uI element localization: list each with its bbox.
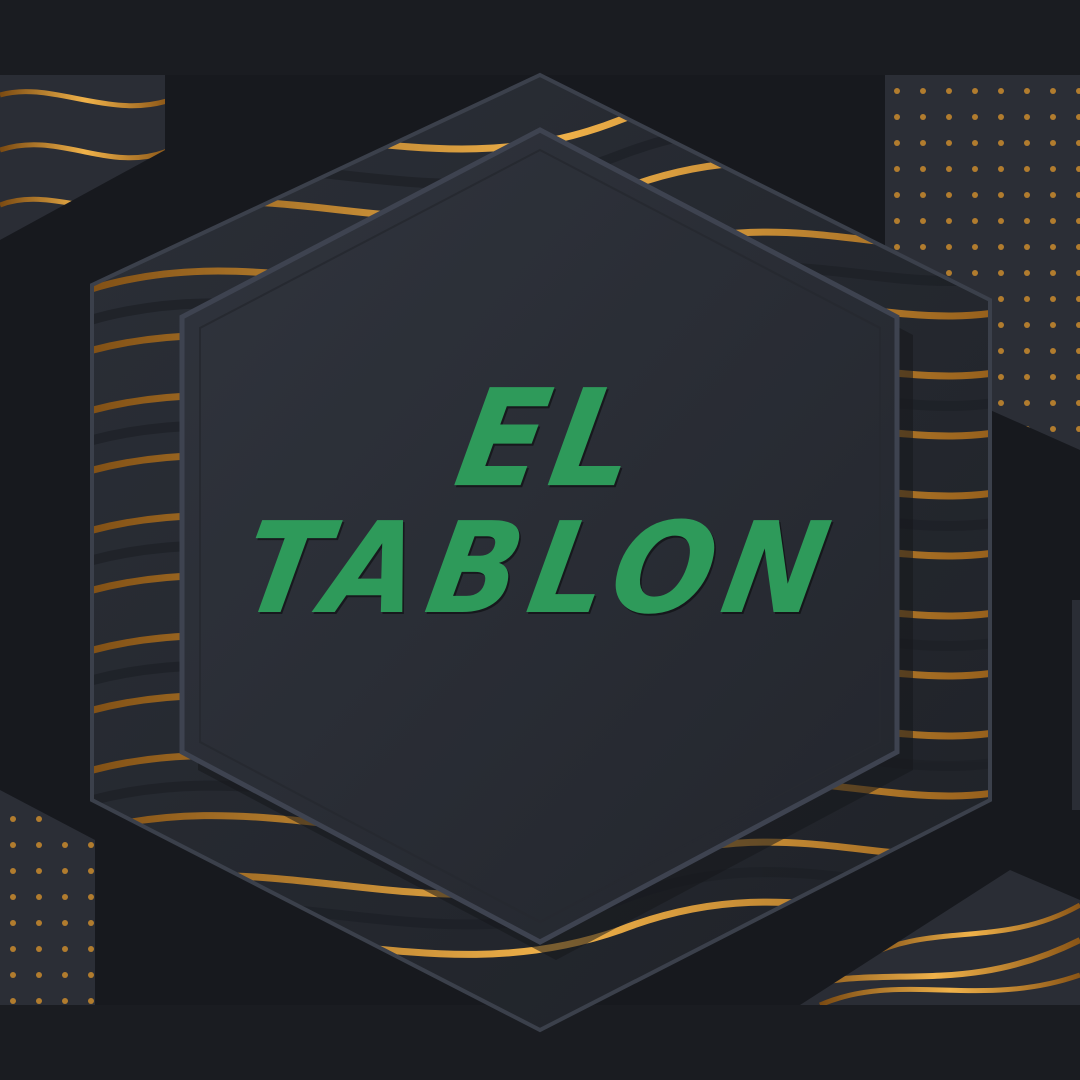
- logo-title: EL TABLON: [231, 361, 848, 680]
- right-edge-fragment: [1072, 600, 1080, 810]
- logo-title-line2: TABLON: [231, 496, 849, 643]
- bottom-right-fragment: [800, 870, 1080, 1005]
- top-left-fragment: [0, 75, 165, 240]
- bottom-left-dotted-fragment: [0, 790, 95, 1005]
- logo-canvas: EL TABLON: [0, 0, 1080, 1080]
- logo-title-line1: EL: [445, 361, 655, 518]
